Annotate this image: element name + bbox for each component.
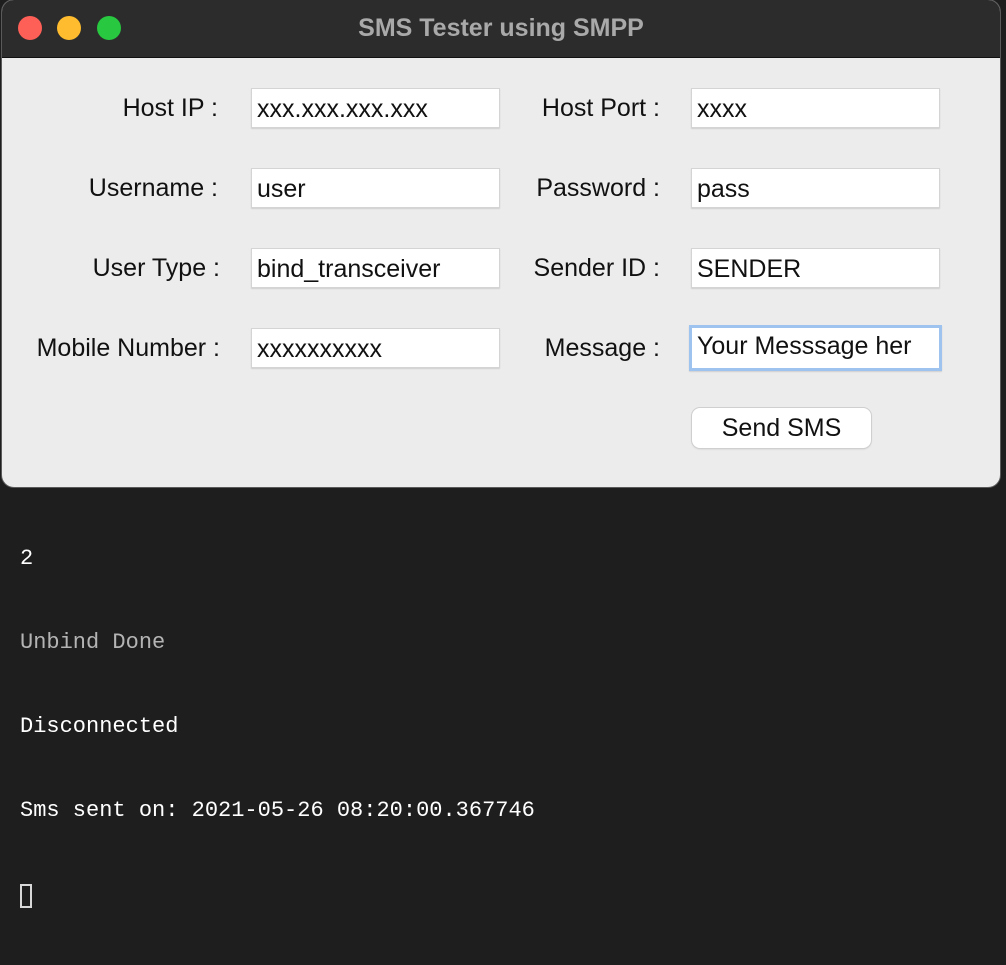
- terminal-output: 2 Unbind Done Disconnected Sms sent on: …: [20, 489, 535, 965]
- host-port-label: Host Port :: [541, 94, 660, 122]
- mobile-number-label: Mobile Number :: [36, 334, 220, 362]
- password-input[interactable]: pass: [691, 168, 940, 208]
- username-label: Username :: [88, 174, 218, 202]
- password-label: Password :: [536, 174, 660, 202]
- username-input[interactable]: user: [251, 168, 500, 208]
- terminal-prompt[interactable]: [20, 881, 535, 909]
- title-bar[interactable]: SMS Tester using SMPP: [2, 0, 1000, 58]
- send-sms-button[interactable]: Send SMS: [692, 408, 871, 448]
- terminal-line: Disconnected: [20, 714, 179, 739]
- terminal-line: Sms sent on: 2021-05-26 08:20:00.367746: [20, 798, 535, 823]
- message-input[interactable]: Your Messsage her: [689, 325, 942, 371]
- host-port-input[interactable]: xxxx: [691, 88, 940, 128]
- terminal-cursor: [20, 884, 32, 908]
- app-window: SMS Tester using SMPP Host IP : xxx.xxx.…: [2, 0, 1000, 487]
- sender-id-label: Sender ID :: [533, 254, 660, 282]
- user-type-input[interactable]: bind_transceiver: [251, 248, 500, 288]
- message-label: Message :: [544, 334, 660, 362]
- terminal-line: 2: [20, 546, 34, 571]
- user-type-label: User Type :: [92, 254, 220, 282]
- window-title: SMS Tester using SMPP: [358, 14, 644, 42]
- host-ip-input[interactable]: xxx.xxx.xxx.xxx: [251, 88, 500, 128]
- sender-id-input[interactable]: SENDER: [691, 248, 940, 288]
- host-ip-label: Host IP :: [122, 94, 218, 122]
- terminal-line: Unbind Done: [20, 630, 166, 655]
- mobile-number-input[interactable]: xxxxxxxxxx: [251, 328, 500, 368]
